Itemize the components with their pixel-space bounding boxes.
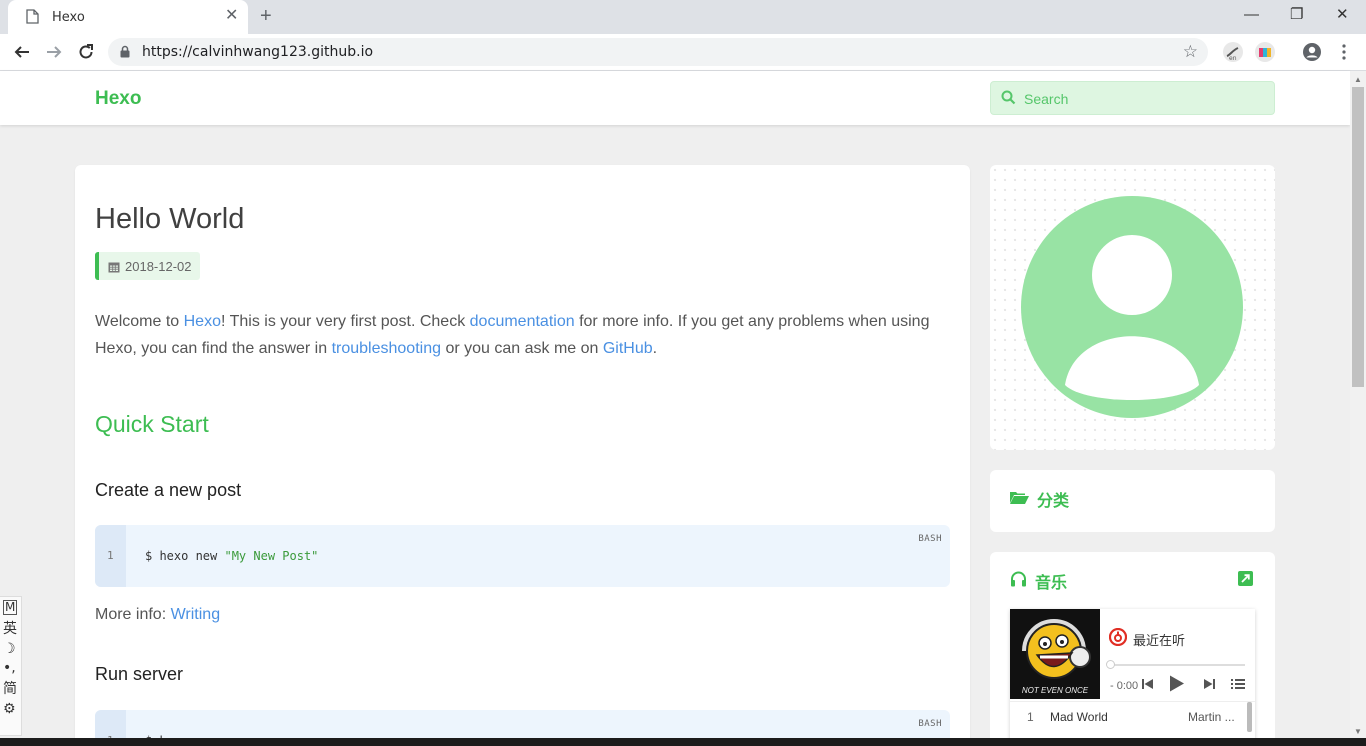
music-title: 音乐 [1010, 569, 1067, 593]
search-input[interactable]: Search [990, 81, 1275, 115]
code-command: $ hexo new [145, 549, 225, 563]
forward-icon[interactable] [42, 40, 66, 64]
post-title: Hello World [95, 203, 245, 235]
calendar-icon [108, 260, 120, 278]
github-link[interactable]: GitHub [603, 340, 653, 357]
music-title-text: 音乐 [1035, 575, 1068, 592]
profile-card [990, 165, 1275, 450]
post-intro: Welcome to Hexo! This is your very first… [95, 308, 955, 362]
browser-toolbar: https://calvinhwang123.github.io ☆ en [0, 34, 1366, 71]
search-placeholder: Search [1024, 91, 1069, 107]
playlist: 1 Mad World Martin ... [1010, 701, 1255, 732]
profile-avatar-icon[interactable] [1298, 39, 1326, 65]
page-scrollbar[interactable]: ▲ ▼ [1350, 71, 1366, 738]
progress-track[interactable] [1110, 664, 1245, 666]
post-card: Hello World 2018-12-02 Welcome to Hexo! … [75, 165, 970, 746]
page-icon [26, 9, 39, 29]
new-tab-button[interactable]: + [260, 5, 272, 27]
hexo-link[interactable]: Hexo [184, 313, 221, 330]
ime-mode-button[interactable]: M [3, 600, 18, 615]
heading-quick-start: Quick Start [95, 411, 209, 437]
album-cover: NOT EVEN ONCE [1010, 609, 1100, 699]
previous-icon[interactable] [1142, 677, 1153, 695]
svg-text:en: en [1229, 55, 1237, 62]
intro-text: . [652, 340, 658, 357]
headphones-icon [1010, 571, 1027, 592]
intro-text: ! This is your very first post. Check [220, 313, 470, 330]
code-line: $ hexo new "My New Post" [145, 549, 318, 563]
code-block-new-post: 1 BASH $ hexo new "My New Post" [95, 525, 950, 587]
playlist-item-number: 1 [1027, 710, 1034, 724]
player-title: 最近在听 [1133, 634, 1186, 649]
browser-tab[interactable]: Hexo ✕ [8, 0, 248, 34]
ime-moon-icon[interactable]: ☽ [3, 641, 16, 657]
scrollbar-thumb[interactable] [1352, 87, 1364, 387]
ime-charset-button[interactable]: 简 [3, 681, 17, 697]
code-language: BASH [918, 719, 942, 729]
line-number: 1 [107, 549, 114, 562]
ime-punctuation-button[interactable]: •, [3, 660, 16, 676]
ime-toolbar: M 英 ☽ •, 简 ⚙ [0, 596, 22, 736]
cover-caption: NOT EVEN ONCE [1021, 686, 1089, 695]
post-date-badge: 2018-12-02 [95, 252, 200, 280]
minimize-button[interactable]: — [1244, 6, 1259, 24]
translate-extension-icon[interactable]: en [1219, 39, 1247, 65]
more-info-label: More info: [95, 606, 171, 623]
tab-strip: Hexo ✕ + — ❐ ✕ [0, 0, 1366, 34]
ime-settings-icon[interactable]: ⚙ [3, 701, 16, 717]
playlist-scrollbar[interactable] [1247, 702, 1252, 732]
maximize-button[interactable]: ❐ [1290, 6, 1303, 24]
netease-music-icon [1108, 627, 1128, 651]
taskbar [0, 738, 1366, 746]
categories-widget: 分类 [990, 470, 1275, 532]
more-info: More info: Writing [95, 606, 220, 624]
scroll-down-arrow-icon[interactable]: ▼ [1354, 727, 1362, 736]
site-brand-link[interactable]: Hexo [95, 88, 141, 110]
tab-title: Hexo [52, 10, 85, 25]
site-header: Hexo Search [0, 71, 1350, 125]
music-player: NOT EVEN ONCE 最近在听 - 0:00 1 Mad World Ma… [1010, 609, 1255, 746]
close-window-button[interactable]: ✕ [1336, 6, 1349, 24]
folder-open-icon [1010, 490, 1029, 509]
back-icon[interactable] [10, 40, 34, 64]
code-string: "My New Post" [224, 549, 319, 563]
ime-language-button[interactable]: 英 [3, 621, 17, 637]
avatar-icon [1020, 195, 1244, 424]
post-date: 2018-12-02 [125, 259, 192, 274]
documentation-link[interactable]: documentation [470, 313, 575, 330]
heading-run-server: Run server [95, 664, 184, 684]
bookmark-star-icon[interactable]: ☆ [1183, 42, 1198, 62]
reload-icon[interactable] [74, 40, 98, 64]
lock-icon[interactable] [120, 45, 130, 63]
menu-kebab-icon[interactable] [1330, 39, 1358, 65]
troubleshooting-link[interactable]: troubleshooting [332, 340, 441, 357]
categories-title-text: 分类 [1037, 493, 1070, 510]
search-icon [1001, 90, 1016, 110]
external-link-icon[interactable] [1238, 571, 1253, 591]
player-time: - 0:00 [1110, 680, 1139, 692]
playlist-icon[interactable] [1231, 677, 1245, 695]
playlist-item-artist: Martin ... [1188, 710, 1235, 724]
intro-text: or you can ask me on [441, 340, 603, 357]
address-bar[interactable]: https://calvinhwang123.github.io ☆ [108, 38, 1208, 66]
url-text[interactable]: https://calvinhwang123.github.io [142, 44, 373, 60]
writing-link[interactable]: Writing [171, 606, 221, 623]
code-language: BASH [918, 534, 942, 544]
categories-title: 分类 [1010, 487, 1069, 511]
color-extension-icon[interactable] [1251, 39, 1279, 65]
play-icon[interactable] [1169, 675, 1185, 697]
intro-text: Welcome to [95, 313, 184, 330]
scroll-up-arrow-icon[interactable]: ▲ [1354, 75, 1362, 84]
next-icon[interactable] [1204, 677, 1215, 695]
progress-knob[interactable] [1106, 660, 1115, 669]
playlist-item-title: Mad World [1050, 710, 1108, 724]
close-tab-icon[interactable]: ✕ [225, 7, 238, 25]
heading-create-post: Create a new post [95, 480, 242, 500]
music-widget: 音乐 NOT EVEN ONCE 最近在听 - 0:00 1 Mad World… [990, 552, 1275, 746]
